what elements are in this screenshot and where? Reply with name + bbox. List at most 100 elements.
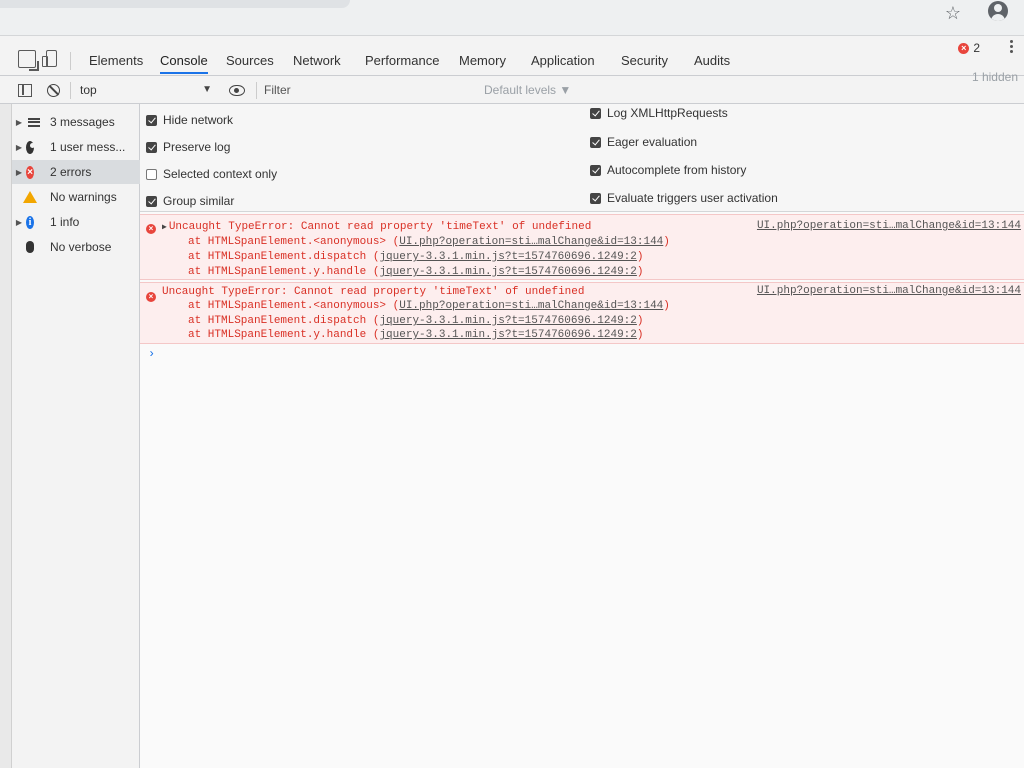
group-similar-checkbox[interactable]: Group similar [146,192,234,210]
stack-frame: at HTMLSpanElement.<anonymous> (UI.php?o… [188,236,670,248]
checkbox-icon [146,195,157,207]
console-toolbar: top ▼ Default levels ▼ 1 hidden [0,70,1024,104]
stack-frame: at HTMLSpanElement.dispatch (jquery-3.3.… [188,251,644,263]
stack-link[interactable]: UI.php?operation=sti…malChange&id=13:144 [399,236,663,248]
checkbox-icon [146,141,157,153]
account-icon[interactable] [988,1,1008,21]
device-toolbar-icon[interactable] [42,50,60,68]
tab-memory[interactable]: Memory [459,48,506,74]
stack-link[interactable]: jquery-3.3.1.min.js?t=1574760696.1249:2 [379,251,636,263]
sidebar-item-label: 1 info [50,215,80,229]
source-link[interactable]: UI.php?operation=sti…malChange&id=13:144 [757,285,1021,297]
tab-network[interactable]: Network [293,48,341,74]
expand-arrow-icon: ▶ [15,117,23,127]
checkbox-icon [146,168,157,180]
stack-frame: at HTMLSpanElement.dispatch (jquery-3.3.… [188,315,644,327]
expand-arrow-icon: ▶ [15,217,23,227]
sidebar-item-errors[interactable]: ▶ × 2 errors [12,160,140,184]
sidebar-item-label: No warnings [50,190,117,204]
source-link[interactable]: UI.php?operation=sti…malChange&id=13:144 [757,220,1021,232]
sidebar-item-label: No verbose [50,240,112,254]
error-icon: × [26,165,34,179]
option-label: Group similar [163,194,235,208]
info-icon: i [26,215,34,229]
option-label: Preserve log [163,140,231,154]
console-messages: × ▶ Uncaught TypeError: Cannot read prope… [140,212,1024,768]
user-icon [26,140,35,154]
stack-frame: at HTMLSpanElement.y.handle (jquery-3.3.… [188,329,644,341]
sidebar-item-verbose[interactable]: No verbose [12,235,140,259]
option-label: Autocomplete from history [607,163,747,177]
sidebar-item-user-messages[interactable]: ▶ 1 user mess... [12,135,140,159]
context-value: top [80,83,97,97]
tab-console[interactable]: Console [160,48,208,74]
error-text: Uncaught TypeError: Cannot read property… [168,221,592,233]
inspect-element-icon[interactable] [18,50,36,68]
option-label: Eager evaluation [607,135,698,149]
expand-arrow-icon: ▶ [15,142,23,152]
context-selector[interactable]: top ▼ [80,80,220,100]
option-label: Selected context only [163,167,278,181]
stack-frame: at HTMLSpanElement.<anonymous> (UI.php?o… [188,300,670,312]
error-icon: × [146,224,156,234]
option-label: Evaluate triggers user activation [607,191,778,205]
browser-toolbar: ☆ [0,0,1024,36]
eager-evaluation-checkbox[interactable]: Eager evaluation [590,133,697,151]
option-label: Hide network [163,113,234,127]
selected-context-only-checkbox[interactable]: Selected context only [146,165,277,183]
tab-security[interactable]: Security [621,48,668,74]
log-xhr-checkbox[interactable]: Log XMLHttpRequests [590,104,728,122]
expand-arrow-icon[interactable]: ▶ [162,223,167,232]
list-icon [26,115,42,129]
bug-icon [26,241,34,253]
divider [70,52,71,70]
tab-performance[interactable]: Performance [365,48,439,74]
tab-audits[interactable]: Audits [694,48,730,74]
clear-console-icon[interactable] [47,84,60,97]
warning-icon [23,191,37,203]
stack-link[interactable]: jquery-3.3.1.min.js?t=1574760696.1249:2 [379,315,636,327]
tab-application[interactable]: Application [531,48,595,74]
divider [256,82,257,99]
stack-frame: at HTMLSpanElement.y.handle (jquery-3.3.… [188,266,644,278]
error-icon: × [146,292,156,302]
browser-tab-edge [0,0,350,8]
stack-link[interactable]: jquery-3.3.1.min.js?t=1574760696.1249:2 [379,266,636,278]
filter-input[interactable] [264,81,464,99]
console-prompt[interactable]: › [148,347,155,361]
checkbox-icon [146,114,157,126]
tab-sources[interactable]: Sources [226,48,274,74]
console-error-message[interactable]: × Uncaught TypeError: Cannot read proper… [140,282,1024,344]
hide-network-checkbox[interactable]: Hide network [146,111,233,129]
caret-down-icon: ▼ [202,84,212,95]
checkbox-icon [590,107,601,119]
hidden-count: 1 hidden [971,70,1018,84]
console-sidebar: ▶ 3 messages ▶ 1 user mess... ▶ × 2 erro… [12,104,140,768]
sidebar-item-info[interactable]: ▶ i 1 info [12,210,140,234]
devtools-tab-bar: Elements Console Sources Network Perform… [0,36,1024,76]
tab-elements[interactable]: Elements [89,48,143,74]
divider [70,82,71,99]
sidebar-toggle-icon[interactable] [18,84,32,97]
log-levels-dropdown[interactable]: Default levels ▼ [484,81,571,99]
console-error-message[interactable]: × ▶ Uncaught TypeError: Cannot read prope… [140,214,1024,280]
sidebar-item-label: 2 errors [50,165,92,179]
sidebar-item-label: 1 user mess... [50,140,126,154]
checkbox-icon [590,192,601,204]
more-options-icon[interactable] [1010,40,1014,56]
evaluate-triggers-checkbox[interactable]: Evaluate triggers user activation [590,189,778,207]
bookmark-star-icon[interactable]: ☆ [942,2,964,24]
stack-link[interactable]: jquery-3.3.1.min.js?t=1574760696.1249:2 [379,329,636,341]
checkbox-icon [590,136,601,148]
autocomplete-history-checkbox[interactable]: Autocomplete from history [590,161,746,179]
stack-link[interactable]: UI.php?operation=sti…malChange&id=13:144 [399,300,663,312]
sidebar-item-warnings[interactable]: No warnings [12,185,140,209]
expand-arrow-icon: ▶ [15,167,23,177]
error-count: 2 [973,41,980,55]
preserve-log-checkbox[interactable]: Preserve log [146,138,230,156]
live-expression-eye-icon[interactable] [229,85,245,96]
error-counter[interactable]: × 2 [958,41,980,55]
console-settings-pane: Hide network Preserve log Selected conte… [140,104,1024,212]
sidebar-item-messages[interactable]: ▶ 3 messages [12,110,140,134]
option-label: Log XMLHttpRequests [607,106,728,120]
